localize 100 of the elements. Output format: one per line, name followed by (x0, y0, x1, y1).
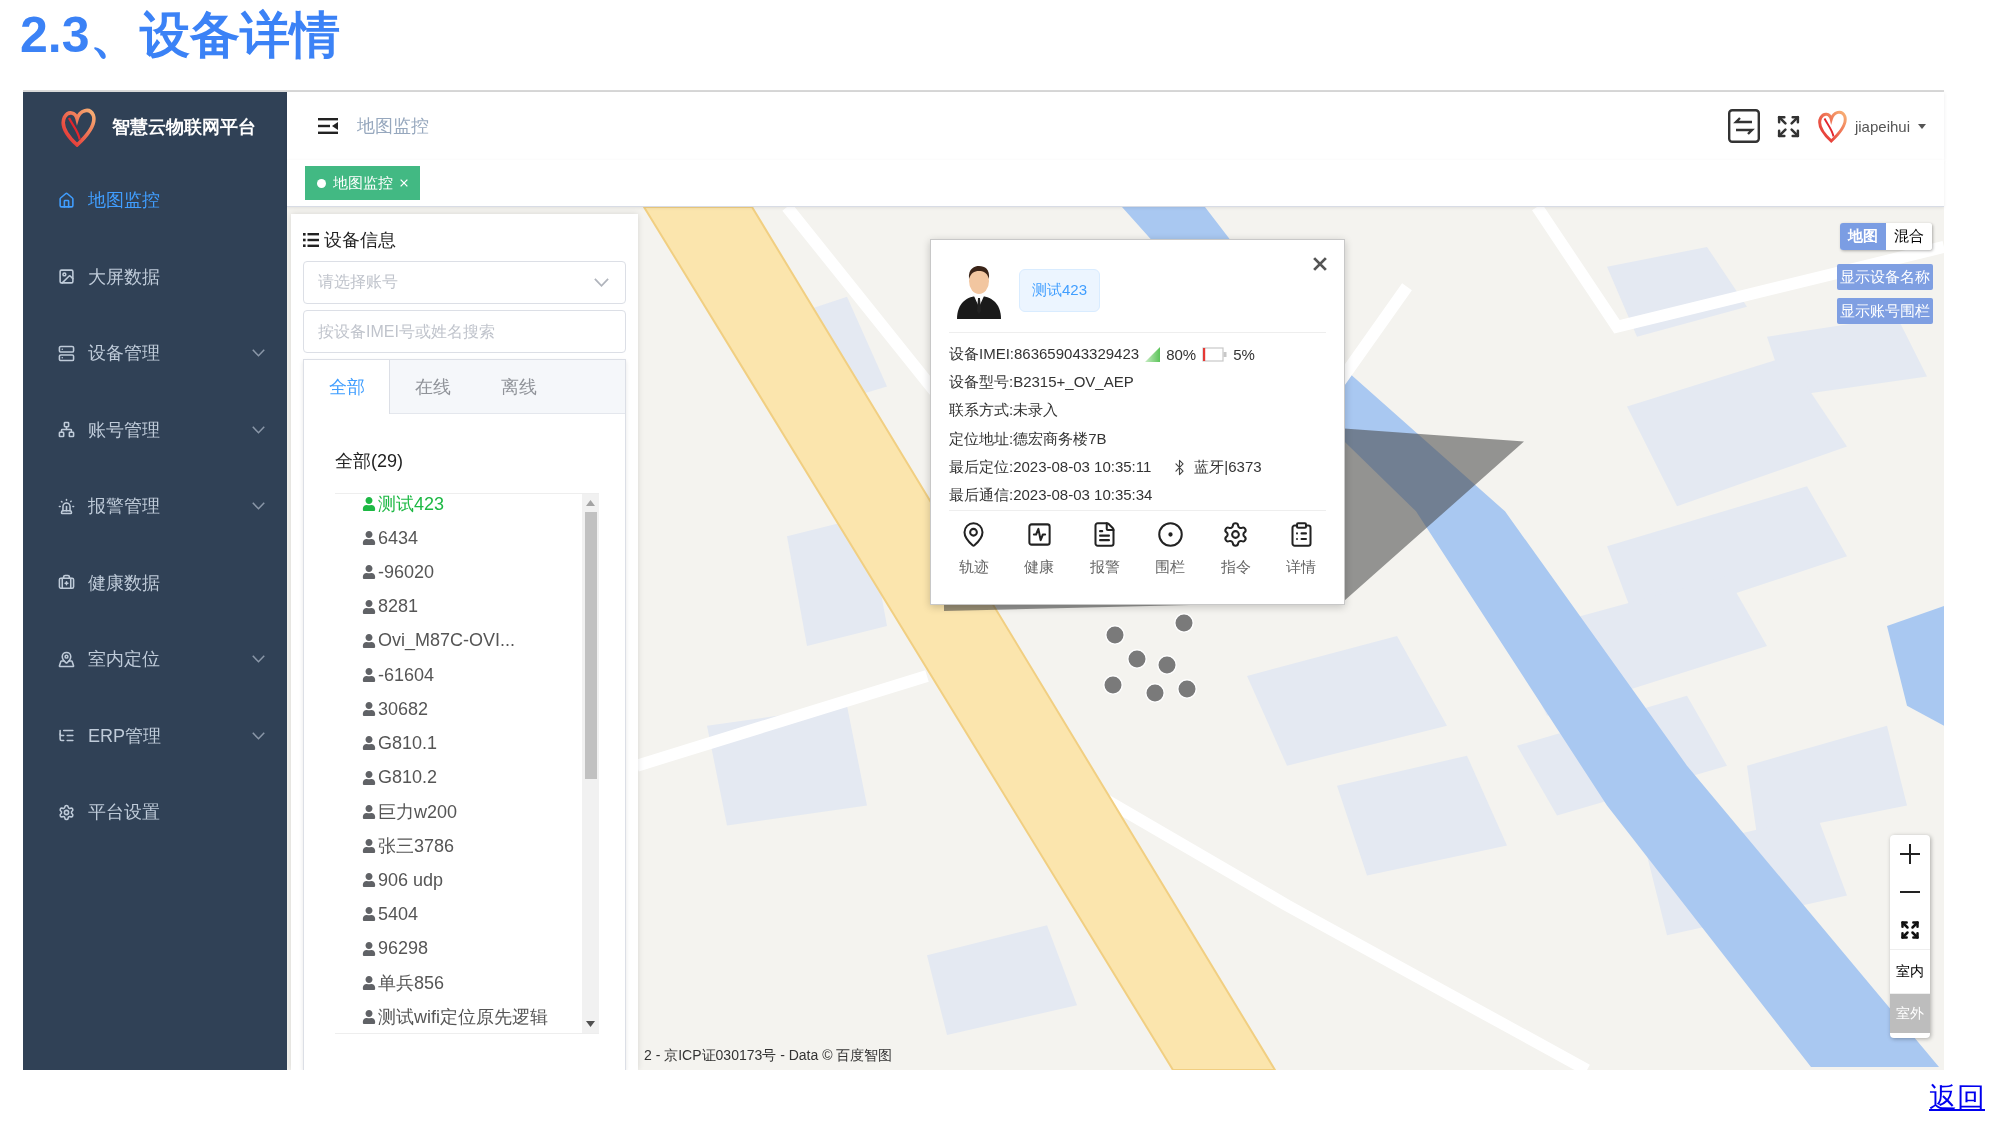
sidebar-menu-item[interactable]: 室内定位 (23, 621, 287, 698)
device-marker-icon[interactable] (1145, 683, 1165, 703)
person-icon (362, 1009, 376, 1024)
pulse-icon (1025, 521, 1053, 548)
device-list-item[interactable]: 巨力w200 (362, 794, 458, 829)
target-icon (1156, 521, 1184, 548)
sidebar-menu-item[interactable]: 账号管理 (23, 391, 287, 468)
page-title: 2.3、设备详情 (20, 6, 340, 65)
device-list-item[interactable]: 30682 (362, 692, 429, 727)
device-list-item[interactable]: Ovi_M87C-OVI... (362, 623, 516, 658)
device-list-item[interactable]: 张三3786 (362, 828, 455, 864)
person-icon (362, 804, 376, 819)
panel-title: 设备信息 (324, 229, 396, 252)
medical-kit-icon (58, 574, 75, 592)
sidebar-menu-item[interactable]: 大屏数据 (23, 238, 287, 315)
device-marker-icon[interactable] (1174, 613, 1194, 633)
person-icon (362, 531, 376, 546)
caret-down-icon[interactable] (586, 1021, 595, 1027)
sidebar-menu-item[interactable]: 地图监控 (23, 162, 287, 239)
device-action-button[interactable]: 轨迹 (941, 521, 1007, 577)
device-list-item[interactable]: 6434 (362, 521, 419, 556)
caret-up-icon[interactable] (586, 500, 595, 506)
device-info-text: 联系方式:未录入 (949, 401, 1059, 421)
heart-avatar-icon (1816, 109, 1847, 143)
device-list-item[interactable]: 5404 (362, 897, 419, 932)
device-action-button[interactable]: 健康 (1006, 521, 1072, 577)
device-info-text: 设备型号:B2315+_OV_AEP (949, 372, 1134, 392)
battery-level-text: 5% (1233, 345, 1255, 363)
heart-logo-icon (60, 107, 96, 147)
device-list-item[interactable]: -61604 (362, 657, 435, 693)
brand-name: 智慧云物联网平台 (112, 116, 256, 139)
device-marker-icon[interactable] (1157, 655, 1177, 675)
device-marker-icon[interactable] (1127, 649, 1147, 669)
device-marker-icon[interactable] (1105, 625, 1125, 645)
device-list-item[interactable]: 96298 (362, 931, 429, 966)
device-marker-icon[interactable] (1177, 679, 1197, 699)
sidebar-menu-item[interactable]: 健康数据 (23, 544, 287, 621)
map-attribution: 2 - 京ICP证030173号 - Data © 百度智图 (644, 1047, 893, 1065)
device-action-button[interactable]: 指令 (1203, 521, 1269, 577)
server-icon (58, 344, 75, 362)
status-dot-icon (317, 178, 326, 188)
home-icon (58, 191, 75, 209)
device-info-text: 设备IMEI:863659043329423 (949, 344, 1140, 364)
signal-icon (1145, 346, 1161, 362)
sidebar-menu-item[interactable]: 设备管理 (23, 315, 287, 392)
menu-fold-icon[interactable] (318, 117, 338, 135)
person-icon (362, 633, 376, 648)
device-list-item[interactable]: G810.1 (362, 726, 438, 761)
device-list-item[interactable]: 单兵856 (362, 965, 445, 1000)
user-menu[interactable]: jiapeihui (1816, 109, 1926, 143)
image-icon (58, 268, 75, 286)
person-icon (362, 907, 376, 922)
device-list-item[interactable]: 8281 (362, 589, 419, 624)
swap-icon[interactable] (1727, 109, 1760, 143)
bluetooth-text: 蓝牙|6373 (1194, 457, 1262, 477)
person-icon (362, 565, 376, 580)
device-list-item[interactable]: G810.2 (362, 760, 438, 795)
device-info-text: 定位地址:德宏商务楼7B (949, 429, 1107, 449)
fullscreen-icon[interactable] (1775, 113, 1801, 139)
device-info-text: 最后通信:2023-08-03 10:35:34 (949, 486, 1153, 506)
person-icon (362, 941, 376, 956)
settings-icon (58, 803, 75, 821)
device-info-text: 最后定位:2023-08-03 10:35:11 (949, 457, 1152, 477)
chevron-down-icon (594, 278, 609, 287)
map-type-button[interactable]: 混合 (1886, 223, 1932, 250)
close-icon[interactable] (1313, 257, 1327, 271)
device-marker-icon[interactable] (1103, 675, 1123, 695)
device-list-item[interactable]: -96020 (362, 555, 435, 590)
signal-strength-text: 80% (1166, 345, 1197, 363)
plus-icon (1900, 844, 1920, 864)
back-link[interactable]: 返回 (1929, 1080, 1985, 1115)
caret-down-icon (1918, 123, 1926, 129)
person-icon (362, 497, 376, 512)
sidebar-menu-item[interactable]: 报警管理 (23, 468, 287, 545)
map-pin-icon (58, 650, 75, 668)
device-list-item[interactable]: 906 udp (362, 863, 444, 898)
search-field[interactable]: 按设备IMEI号或姓名搜索 (303, 310, 626, 353)
person-icon (362, 736, 376, 751)
person-icon (362, 975, 376, 990)
floor-switch-button[interactable]: 室内 (1890, 949, 1930, 993)
group-label: 全部(29) (335, 450, 403, 473)
person-icon (362, 770, 376, 785)
person-icon (362, 599, 376, 614)
device-name-badge: 测试423 (1019, 268, 1101, 312)
person-icon (362, 668, 376, 683)
device-action-button[interactable]: 围栏 (1137, 521, 1203, 577)
gear-icon (1222, 521, 1250, 548)
sidebar-menu-item[interactable]: 平台设置 (23, 774, 287, 851)
person-icon (362, 838, 376, 853)
breadcrumb: 地图监控 (357, 115, 429, 138)
device-list-item[interactable]: 测试wifi定位原先逻辑 (362, 999, 548, 1033)
person-icon (362, 873, 376, 888)
device-action-button[interactable]: 报警 (1072, 521, 1138, 577)
battery-icon (1202, 346, 1228, 362)
scrollbar-track[interactable] (582, 494, 599, 1033)
sidebar-menu-item[interactable]: ERP管理 (23, 697, 287, 774)
scrollbar-thumb[interactable] (584, 512, 597, 779)
person-icon (362, 702, 376, 717)
device-action-button[interactable]: 详情 (1268, 521, 1334, 577)
fullscreen-icon (1900, 920, 1920, 940)
